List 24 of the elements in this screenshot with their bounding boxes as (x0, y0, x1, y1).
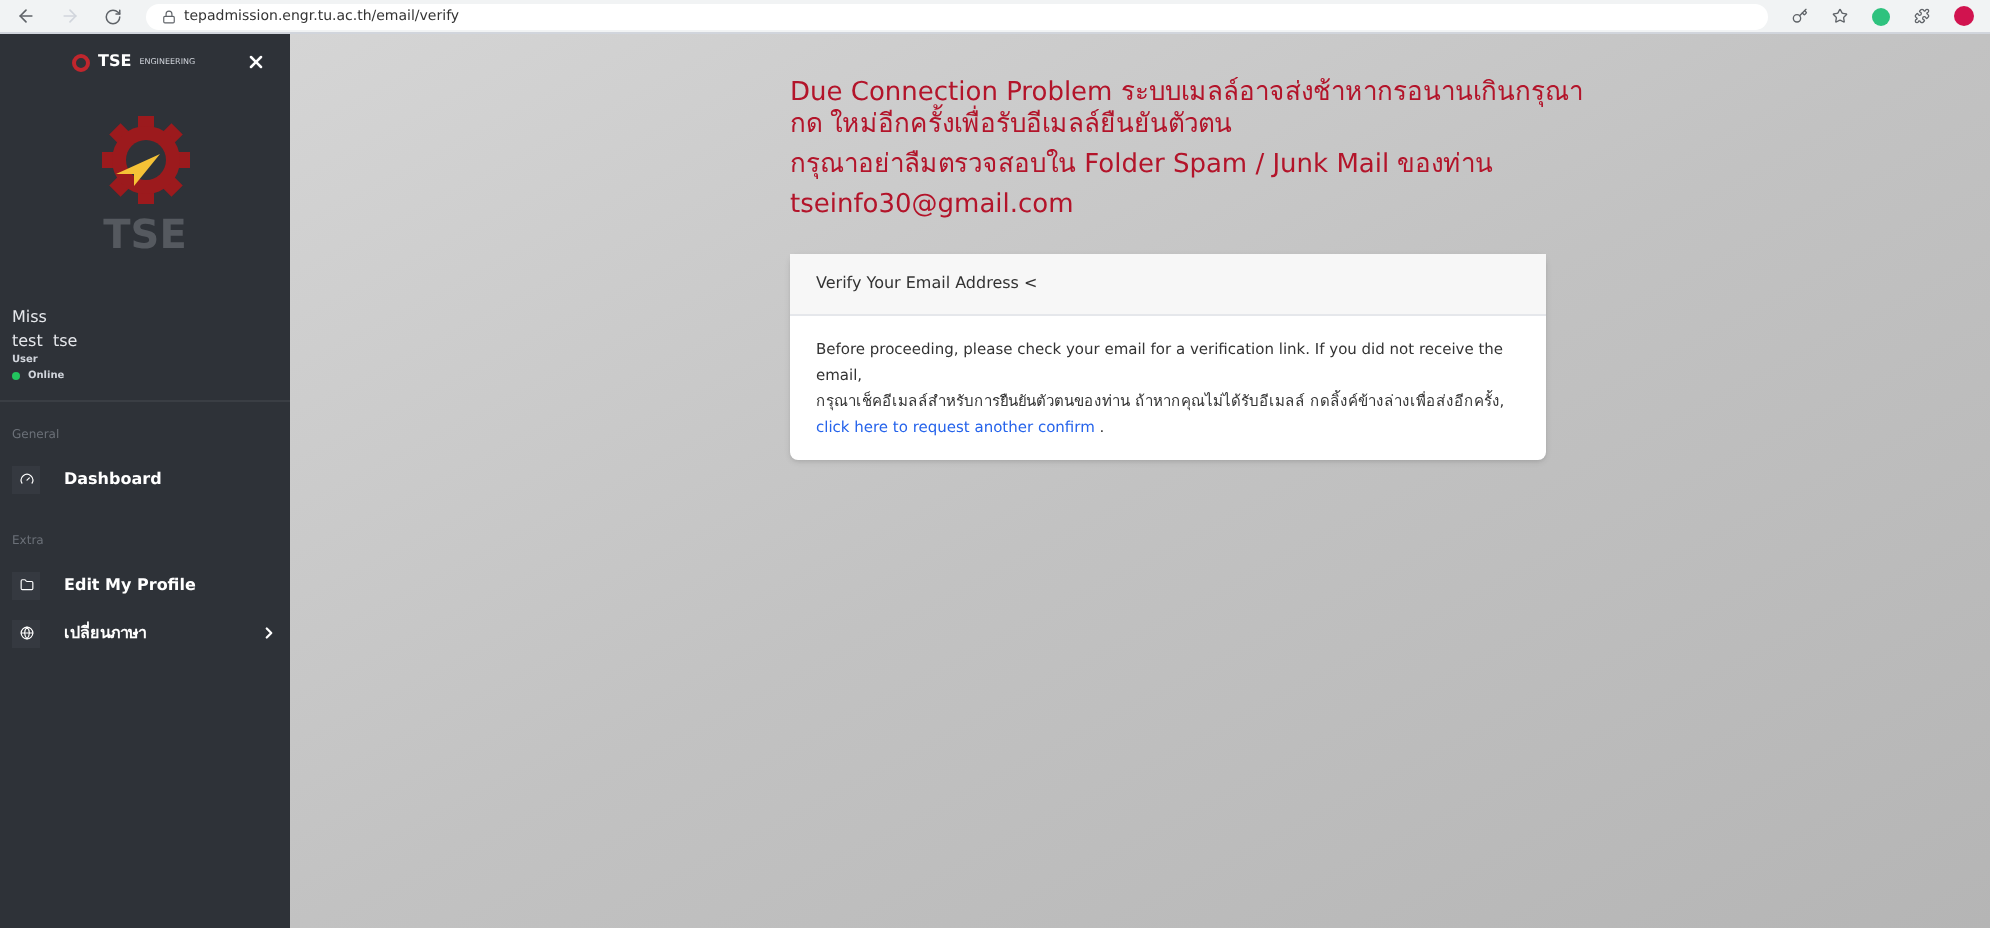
sidebar-item[interactable]: Dashboard (12, 460, 278, 498)
notice-text: Due Connection Problem ระบบเมลล์อาจส่งช้าหากรอนานเกินกรุณากด ใหม่อีกครั้งเพื่อรับอีเมลล์ยืนยันตัวตน (790, 78, 1585, 142)
sidebar-item[interactable]: Edit My Profile (12, 566, 278, 604)
gear-emblem-icon (99, 114, 191, 206)
card-title: Verify Your Email Address < (816, 272, 1038, 296)
extensions-icon[interactable] (1914, 8, 1930, 24)
close-icon[interactable] (246, 52, 266, 72)
user-title: Miss (12, 306, 49, 330)
notice-text: กรุณาอย่าลืมตรวจสอบใน Folder Spam / Junk Mail ของท่าน (790, 150, 1496, 182)
key-icon[interactable] (1792, 8, 1808, 24)
sidebar-item[interactable]: เปลี่ยนภาษา (12, 614, 278, 652)
dashboard-icon (19, 472, 33, 486)
logo-icon (72, 53, 90, 71)
logo-text: TSE (98, 50, 132, 74)
notice-text: tseinfo30@gmail.com (790, 190, 1076, 222)
lock-icon (162, 9, 176, 23)
chevron-icon (260, 624, 278, 642)
profile-avatar[interactable] (1954, 6, 1974, 26)
globe-icon (19, 626, 33, 640)
bookmark-star-icon[interactable] (1832, 8, 1848, 24)
back-icon[interactable] (16, 6, 36, 26)
folder-icon (19, 578, 33, 592)
user-name: test tse (12, 330, 80, 354)
reload-icon[interactable] (104, 7, 122, 25)
